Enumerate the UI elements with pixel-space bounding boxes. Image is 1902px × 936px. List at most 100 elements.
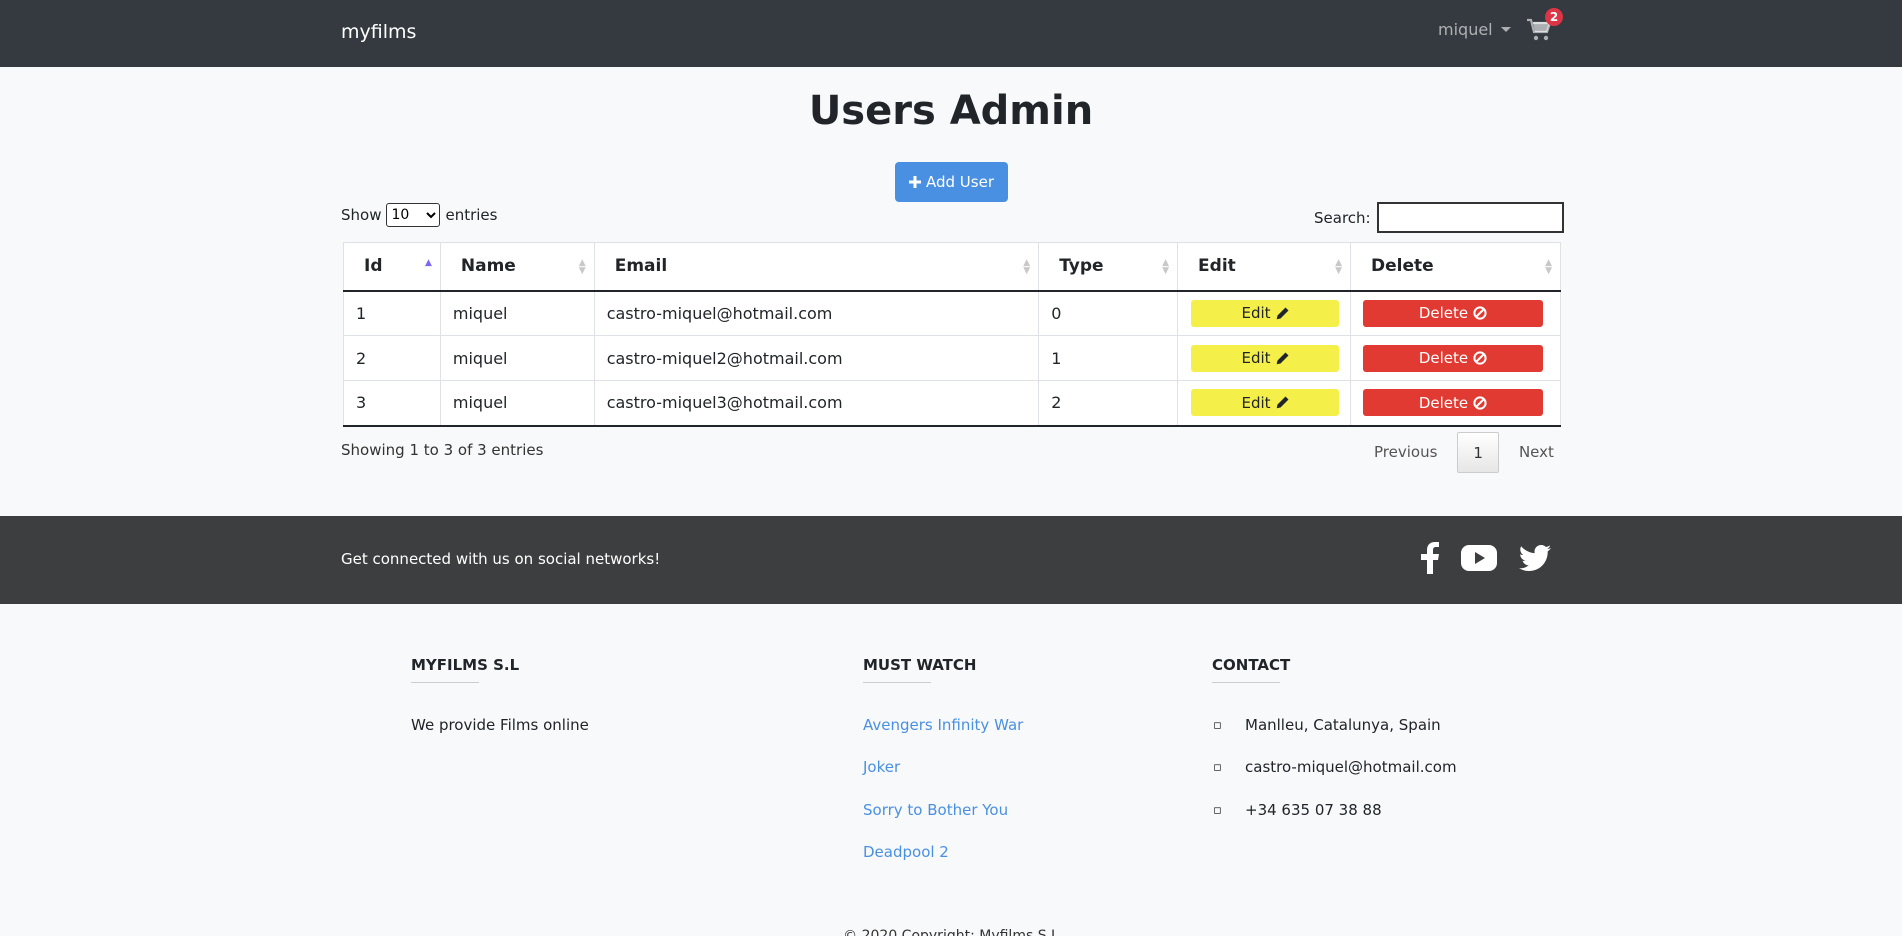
footer-company-text: We provide Films online	[411, 716, 589, 734]
page-1-button[interactable]: 1	[1457, 432, 1499, 473]
user-dropdown[interactable]: miquel	[1438, 20, 1511, 39]
column-header-edit[interactable]: Edit ▲ ▼	[1177, 242, 1351, 292]
cell-email: castro-miquel2@hotmail.com	[593, 335, 1040, 381]
footer-divider	[863, 682, 931, 683]
users-table: Id ▲ Name ▲ ▼ Email ▲ ▼ Type ▲ ▼ Edit ▲ ▼ Delete ▲…	[343, 242, 1561, 427]
edit-label: Edit	[1241, 304, 1271, 323]
delete-label: Delete	[1418, 393, 1469, 412]
search-label: Search:	[1314, 208, 1371, 227]
caret-down-icon	[1500, 27, 1511, 32]
cart-count-badge: 2	[1545, 8, 1563, 26]
edit-button[interactable]: Edit	[1191, 389, 1340, 417]
table-row: 2 miquel castro-miquel2@hotmail.com 1 Edit De…	[343, 335, 1561, 381]
brand-link[interactable]: myfilms	[341, 21, 416, 43]
ban-icon	[1473, 351, 1487, 365]
column-header-type[interactable]: Type ▲ ▼	[1038, 242, 1179, 292]
site-footer: MYFILMS S.L We provide Films online MUST…	[0, 604, 1902, 936]
table-header-row: Id ▲ Name ▲ ▼ Email ▲ ▼ Type ▲ ▼ Edit ▲ ▼ Delete ▲…	[343, 242, 1561, 292]
social-bar: Get connected with us on social networks…	[0, 516, 1902, 604]
cell-type: 0	[1038, 290, 1179, 336]
add-user-label: Add User	[926, 173, 994, 191]
contact-address: Manlleu, Catalunya, Spain	[1245, 716, 1441, 734]
cell-email: castro-miquel3@hotmail.com	[593, 380, 1040, 427]
edit-label: Edit	[1241, 393, 1271, 412]
edit-button[interactable]: Edit	[1191, 299, 1340, 327]
cell-name: miquel	[439, 380, 595, 427]
footer-must-watch-heading: MUST WATCH	[863, 656, 977, 674]
column-header-id[interactable]: Id ▲	[343, 242, 441, 292]
cell-email: castro-miquel@hotmail.com	[593, 290, 1040, 336]
film-link[interactable]: Sorry to Bother You	[863, 801, 1008, 819]
copyright: © 2020 Copyright: Myfilms S.L	[843, 928, 1059, 936]
edit-label: Edit	[1241, 349, 1271, 367]
footer-divider	[411, 682, 479, 683]
delete-label: Delete	[1418, 304, 1469, 323]
column-header-delete[interactable]: Delete ▲ ▼	[1350, 242, 1561, 292]
sort-icon: ▲ ▼	[1162, 258, 1170, 276]
delete-label: Delete	[1418, 349, 1469, 367]
sort-asc-icon: ▲	[424, 258, 432, 268]
film-link[interactable]: Joker	[863, 758, 900, 776]
delete-button[interactable]: Delete	[1363, 299, 1543, 327]
pencil-icon	[1276, 352, 1289, 364]
table-info: Showing 1 to 3 of 3 entries	[341, 441, 544, 459]
entries-label: entries	[445, 206, 498, 224]
cell-name: miquel	[439, 290, 595, 336]
column-header-name[interactable]: Name ▲ ▼	[439, 242, 595, 292]
footer-contact-heading: CONTACT	[1212, 656, 1291, 674]
cell-delete: Delete	[1350, 380, 1561, 427]
home-icon: ▫	[1213, 718, 1222, 733]
cell-edit: Edit	[1177, 380, 1351, 427]
pencil-icon	[1276, 396, 1289, 409]
cell-type: 1	[1038, 335, 1179, 381]
next-button[interactable]: Next	[1501, 432, 1572, 473]
phone-icon: ▫	[1213, 803, 1222, 818]
sort-icon: ▲ ▼	[1023, 258, 1031, 276]
youtube-icon[interactable]	[1461, 545, 1497, 571]
email-icon: ▫	[1213, 760, 1222, 775]
page-length-select[interactable]: 10	[386, 203, 441, 227]
film-link[interactable]: Avengers Infinity War	[863, 716, 1023, 734]
ban-icon	[1473, 306, 1487, 320]
previous-button[interactable]: Previous	[1356, 432, 1455, 473]
footer-must-watch: MUST WATCH	[863, 656, 976, 683]
column-header-email[interactable]: Email ▲ ▼	[593, 242, 1040, 292]
pencil-icon	[1276, 307, 1289, 320]
sort-icon: ▲ ▼	[1545, 258, 1552, 276]
cell-delete: Delete	[1350, 335, 1561, 381]
contact-phone: +34 635 07 38 88	[1245, 801, 1382, 819]
cell-id: 3	[343, 380, 441, 427]
show-label: Show	[341, 206, 382, 224]
add-user-button[interactable]: Add User	[895, 162, 1008, 202]
search-input[interactable]	[1376, 202, 1564, 233]
plus-icon	[909, 176, 921, 188]
cell-delete: Delete	[1350, 290, 1561, 336]
sort-icon: ▲ ▼	[1335, 258, 1342, 276]
film-link[interactable]: Deadpool 2	[863, 843, 949, 861]
page-title: Users Admin	[808, 88, 1094, 134]
cell-type: 2	[1038, 380, 1179, 427]
twitter-icon[interactable]	[1519, 545, 1551, 571]
edit-button[interactable]: Edit	[1191, 344, 1340, 372]
contact-email: castro-miquel@hotmail.com	[1245, 758, 1457, 776]
cell-name: miquel	[439, 335, 595, 381]
footer-divider	[1212, 682, 1280, 683]
social-text: Get connected with us on social networks…	[341, 550, 661, 568]
user-name: miquel	[1438, 20, 1493, 39]
sort-icon: ▲ ▼	[578, 258, 586, 276]
cell-edit: Edit	[1177, 290, 1351, 336]
footer-company: MYFILMS S.L	[411, 656, 519, 683]
top-navbar: myfilms miquel 2	[0, 0, 1902, 67]
table-search: Search:	[1314, 202, 1564, 233]
social-icons	[1421, 542, 1551, 574]
pagination: Previous 1 Next	[1356, 432, 1572, 473]
facebook-icon[interactable]	[1421, 542, 1439, 574]
delete-button[interactable]: Delete	[1363, 389, 1543, 417]
table-row: 1 miquel castro-miquel@hotmail.com 0 Edit Del…	[343, 290, 1561, 336]
cell-edit: Edit	[1177, 335, 1351, 381]
cell-id: 2	[343, 335, 441, 381]
table-row: 3 miquel castro-miquel3@hotmail.com 2 Edit De…	[343, 380, 1561, 427]
footer-company-heading: MYFILMS S.L	[411, 656, 520, 674]
footer-contact: CONTACT	[1212, 656, 1290, 683]
delete-button[interactable]: Delete	[1363, 344, 1543, 372]
